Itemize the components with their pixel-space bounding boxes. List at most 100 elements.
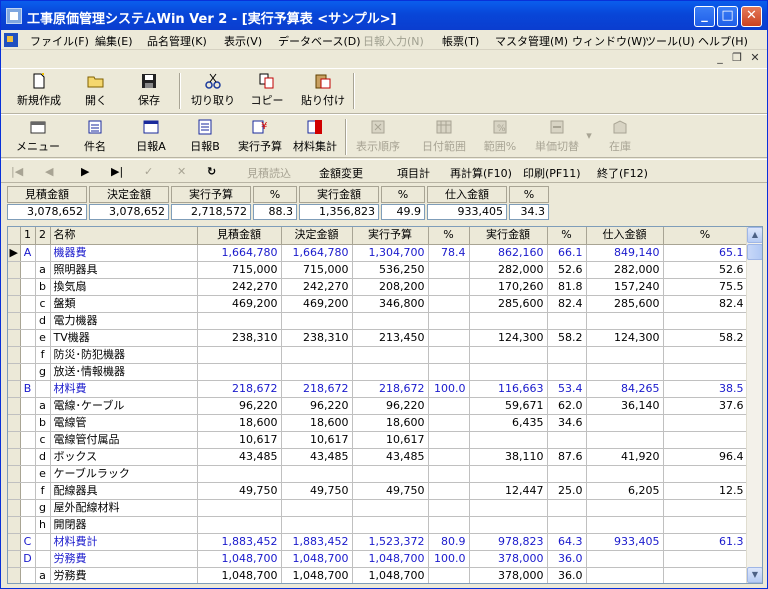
grid-header-col-1[interactable]: 1 [20,227,36,245]
cell-col-2[interactable] [35,550,51,568]
menu-reports[interactable]: 帳票(T) [442,33,479,49]
cell-name[interactable]: 盤類 [50,295,198,313]
cell-estimate[interactable]: 218,672 [197,380,282,398]
cell-col-1[interactable] [20,431,36,449]
table-row[interactable]: a 照明器具 715,000 715,000 536,250 282,000 52.6 282… [8,261,748,279]
cell-purchase-pct[interactable]: 58.2 [663,329,748,347]
cell-col-1[interactable] [20,465,36,483]
table-row[interactable]: d 電力機器 [8,312,748,330]
cell-executed[interactable] [469,516,548,534]
cell-purchase[interactable]: 6,205 [586,482,664,500]
cell-col-2[interactable]: d [35,312,51,330]
menu-view[interactable]: 表示(V) [224,33,262,49]
first-record-icon[interactable]: |◀ [11,165,23,178]
menu-window[interactable]: ウィンドウ(W) [572,33,646,49]
daily-report-b-button[interactable]: 日報B [187,119,223,154]
cell-budget[interactable] [352,465,429,483]
table-row[interactable]: a 電線･ケーブル 96,220 96,220 96,220 59,671 62.0 36,1… [8,397,748,415]
cell-purchase[interactable]: 849,140 [586,244,664,262]
vertical-scrollbar[interactable]: ▲ ▼ [746,227,762,583]
cell-estimate[interactable] [197,465,282,483]
cell-budget[interactable] [352,346,429,364]
range-percent-button[interactable]: % 範囲% [481,119,519,154]
cell-executed-pct[interactable]: 53.4 [547,380,587,398]
cell-estimate[interactable] [197,516,282,534]
cell-budget-pct[interactable] [428,567,470,583]
cell-executed-pct[interactable]: 87.6 [547,448,587,466]
cell-purchase[interactable] [586,312,664,330]
cell-decided[interactable] [281,312,353,330]
cell-decided[interactable]: 18,600 [281,414,353,432]
cell-executed-pct[interactable]: 82.4 [547,295,587,313]
cell-executed[interactable] [469,499,548,517]
cell-estimate[interactable]: 469,200 [197,295,282,313]
cell-executed[interactable] [469,346,548,364]
cell-purchase[interactable]: 36,140 [586,397,664,415]
cell-purchase-pct[interactable]: 37.6 [663,397,748,415]
cell-purchase-pct[interactable] [663,516,748,534]
table-row[interactable]: f 配線器具 49,750 49,750 49,750 12,447 25.0 6,205 12… [8,482,748,500]
cell-name[interactable]: 配線器具 [50,482,198,500]
cell-name[interactable]: 開閉器 [50,516,198,534]
cell-col-1[interactable] [20,363,36,381]
cell-purchase-pct[interactable]: 75.5 [663,278,748,296]
cell-budget-pct[interactable] [428,499,470,517]
cell-budget[interactable]: 213,450 [352,329,429,347]
close-button[interactable]: ✕ [741,6,762,27]
cell-purchase-pct[interactable]: 96.4 [663,448,748,466]
cell-purchase-pct[interactable] [663,465,748,483]
cell-executed-pct[interactable]: 81.8 [547,278,587,296]
cell-purchase[interactable]: 41,920 [586,448,664,466]
cell-col-1[interactable] [20,499,36,517]
cell-col-2[interactable] [35,244,51,262]
cell-decided[interactable]: 96,220 [281,397,353,415]
cell-budget-pct[interactable] [428,465,470,483]
cell-estimate[interactable]: 715,000 [197,261,282,279]
cell-name[interactable]: 材料費計 [50,533,198,551]
cell-col-1[interactable]: B [20,380,36,398]
row-indicator[interactable] [8,550,21,568]
cell-purchase-pct[interactable] [663,550,748,568]
cell-purchase[interactable] [586,499,664,517]
cell-col-2[interactable]: d [35,448,51,466]
menu-item-master[interactable]: 品名管理(K) [147,33,207,49]
cell-estimate[interactable]: 18,600 [197,414,282,432]
cell-col-2[interactable]: c [35,431,51,449]
cell-executed[interactable] [469,431,548,449]
cell-col-2[interactable] [35,533,51,551]
table-row[interactable]: B 材料費 218,672 218,672 218,672 100.0 116,663 53.… [8,380,748,398]
row-indicator[interactable] [8,261,21,279]
cell-executed[interactable] [469,363,548,381]
row-indicator[interactable] [8,380,21,398]
cell-budget[interactable]: 49,750 [352,482,429,500]
cell-executed[interactable]: 862,160 [469,244,548,262]
cell-budget[interactable]: 346,800 [352,295,429,313]
cell-name[interactable]: ボックス [50,448,198,466]
cell-col-2[interactable]: g [35,499,51,517]
cell-executed-pct[interactable]: 25.0 [547,482,587,500]
cell-decided[interactable]: 10,617 [281,431,353,449]
scroll-down-button[interactable]: ▼ [747,567,762,583]
cell-decided[interactable]: 1,048,700 [281,550,353,568]
next-record-icon[interactable]: ▶ [81,165,89,178]
cell-col-2[interactable]: a [35,567,51,583]
cell-budget-pct[interactable] [428,482,470,500]
row-indicator[interactable] [8,482,21,500]
row-indicator[interactable] [8,414,21,432]
minimize-button[interactable]: _ [694,6,715,27]
table-row[interactable]: c 電線管付属品 10,617 10,617 10,617 [8,431,748,449]
cell-executed-pct[interactable] [547,516,587,534]
table-row[interactable]: g 屋外配線材料 [8,499,748,517]
grid-header-budget-pct[interactable]: % [428,227,470,245]
cell-budget-pct[interactable] [428,261,470,279]
cell-name[interactable]: 電線管付属品 [50,431,198,449]
row-indicator[interactable] [8,346,21,364]
cell-purchase[interactable]: 84,265 [586,380,664,398]
cell-name[interactable]: 照明器具 [50,261,198,279]
cell-purchase-pct[interactable] [663,567,748,583]
cell-estimate[interactable]: 1,048,700 [197,567,282,583]
cell-col-1[interactable] [20,567,36,583]
cell-budget[interactable]: 1,523,372 [352,533,429,551]
cell-purchase[interactable] [586,550,664,568]
cell-name[interactable]: 電線管 [50,414,198,432]
